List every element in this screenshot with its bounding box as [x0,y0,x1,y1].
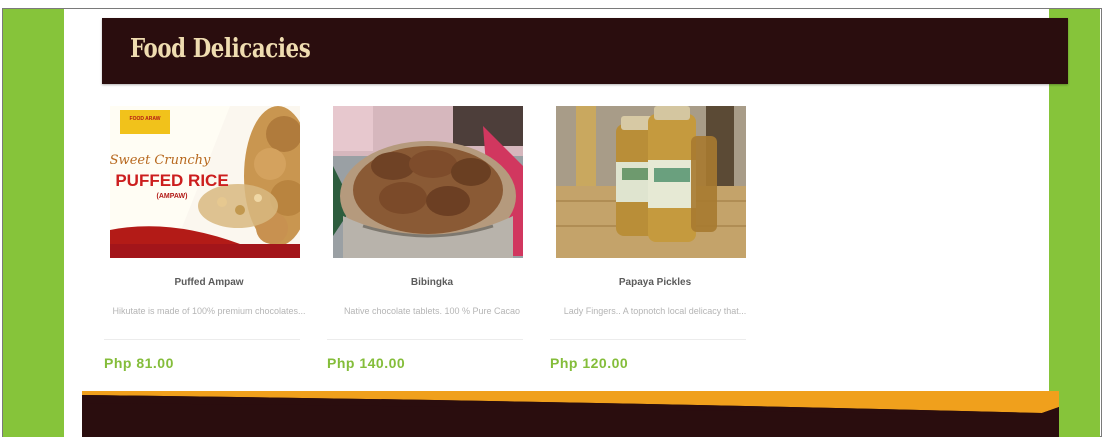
package-brand-badge: FOOD ARAW [130,116,161,122]
product-price: Php 120.00 [550,355,629,371]
product-description: Hikutate is made of 100% premium chocola… [112,306,306,316]
package-product-line: PUFFED RICE [115,171,228,190]
footer-band [82,391,1059,437]
product-divider [550,339,746,340]
product-image-papaya-pickles[interactable] [556,106,746,258]
section-title: Food Delicacies [130,34,311,64]
product-name[interactable]: Bibingka [327,277,537,288]
product-divider [327,339,523,340]
product-name[interactable]: Puffed Ampaw [104,277,314,288]
section-header: Food Delicacies [102,18,1068,84]
product-image-bibingka[interactable] [333,106,523,258]
product-price: Php 140.00 [327,355,406,371]
product-price: Php 81.00 [104,355,174,371]
product-name[interactable]: Papaya Pickles [550,277,760,288]
product-description: Native chocolate tablets. 100 % Pure Cac… [343,306,521,316]
product-image-puffed-ampaw[interactable]: FOOD ARAW Sweet Crunchy PUFFED RICE (AMP… [110,106,300,258]
package-subtitle: (AMPAW) [157,193,188,200]
package-tagline: Sweet Crunchy [110,153,211,168]
product-divider [104,339,300,340]
left-green-band [3,9,64,437]
product-description: Lady Fingers.. A topnotch local delicacy… [563,306,747,316]
